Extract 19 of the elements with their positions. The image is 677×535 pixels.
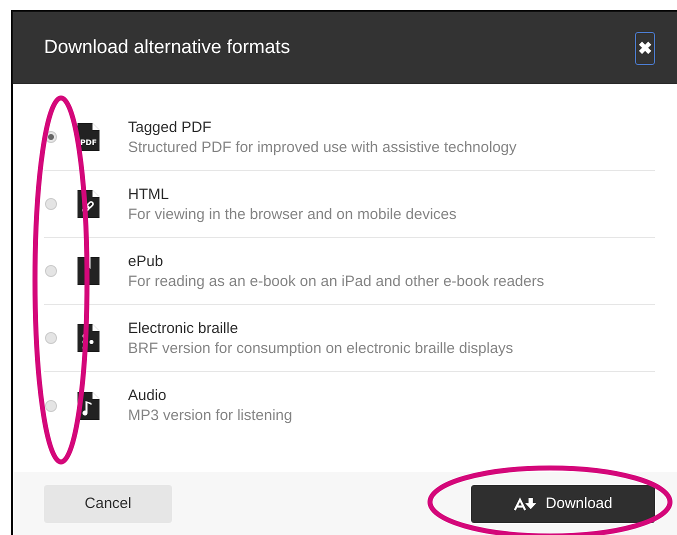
cancel-button[interactable]: Cancel [44,484,172,522]
format-description: For viewing in the browser and on mobile devices [128,206,456,222]
format-description: MP3 version for listening [128,407,292,424]
format-name: Tagged PDF [128,118,212,136]
format-description: BRF version for consumption on electronic braille displays [128,340,514,356]
radio-button[interactable] [45,400,57,412]
format-name: ePub [128,252,164,270]
download-icon [514,496,538,510]
radio-button[interactable] [45,265,57,277]
dialog-title: Download alternative formats [44,37,290,59]
close-button[interactable]: ✖ [635,32,655,64]
radio-button[interactable] [45,198,57,210]
format-name: Audio [128,387,168,404]
download-button[interactable]: Download [471,484,655,522]
format-name: HTML [128,186,170,202]
format-name: Electronic braille [128,320,240,336]
format-description: For reading as an e-book on an iPad and other e-book readers [128,272,544,290]
radio-button[interactable] [45,332,57,344]
format-description: Structured PDF for improved use with assistive technology [128,138,516,156]
